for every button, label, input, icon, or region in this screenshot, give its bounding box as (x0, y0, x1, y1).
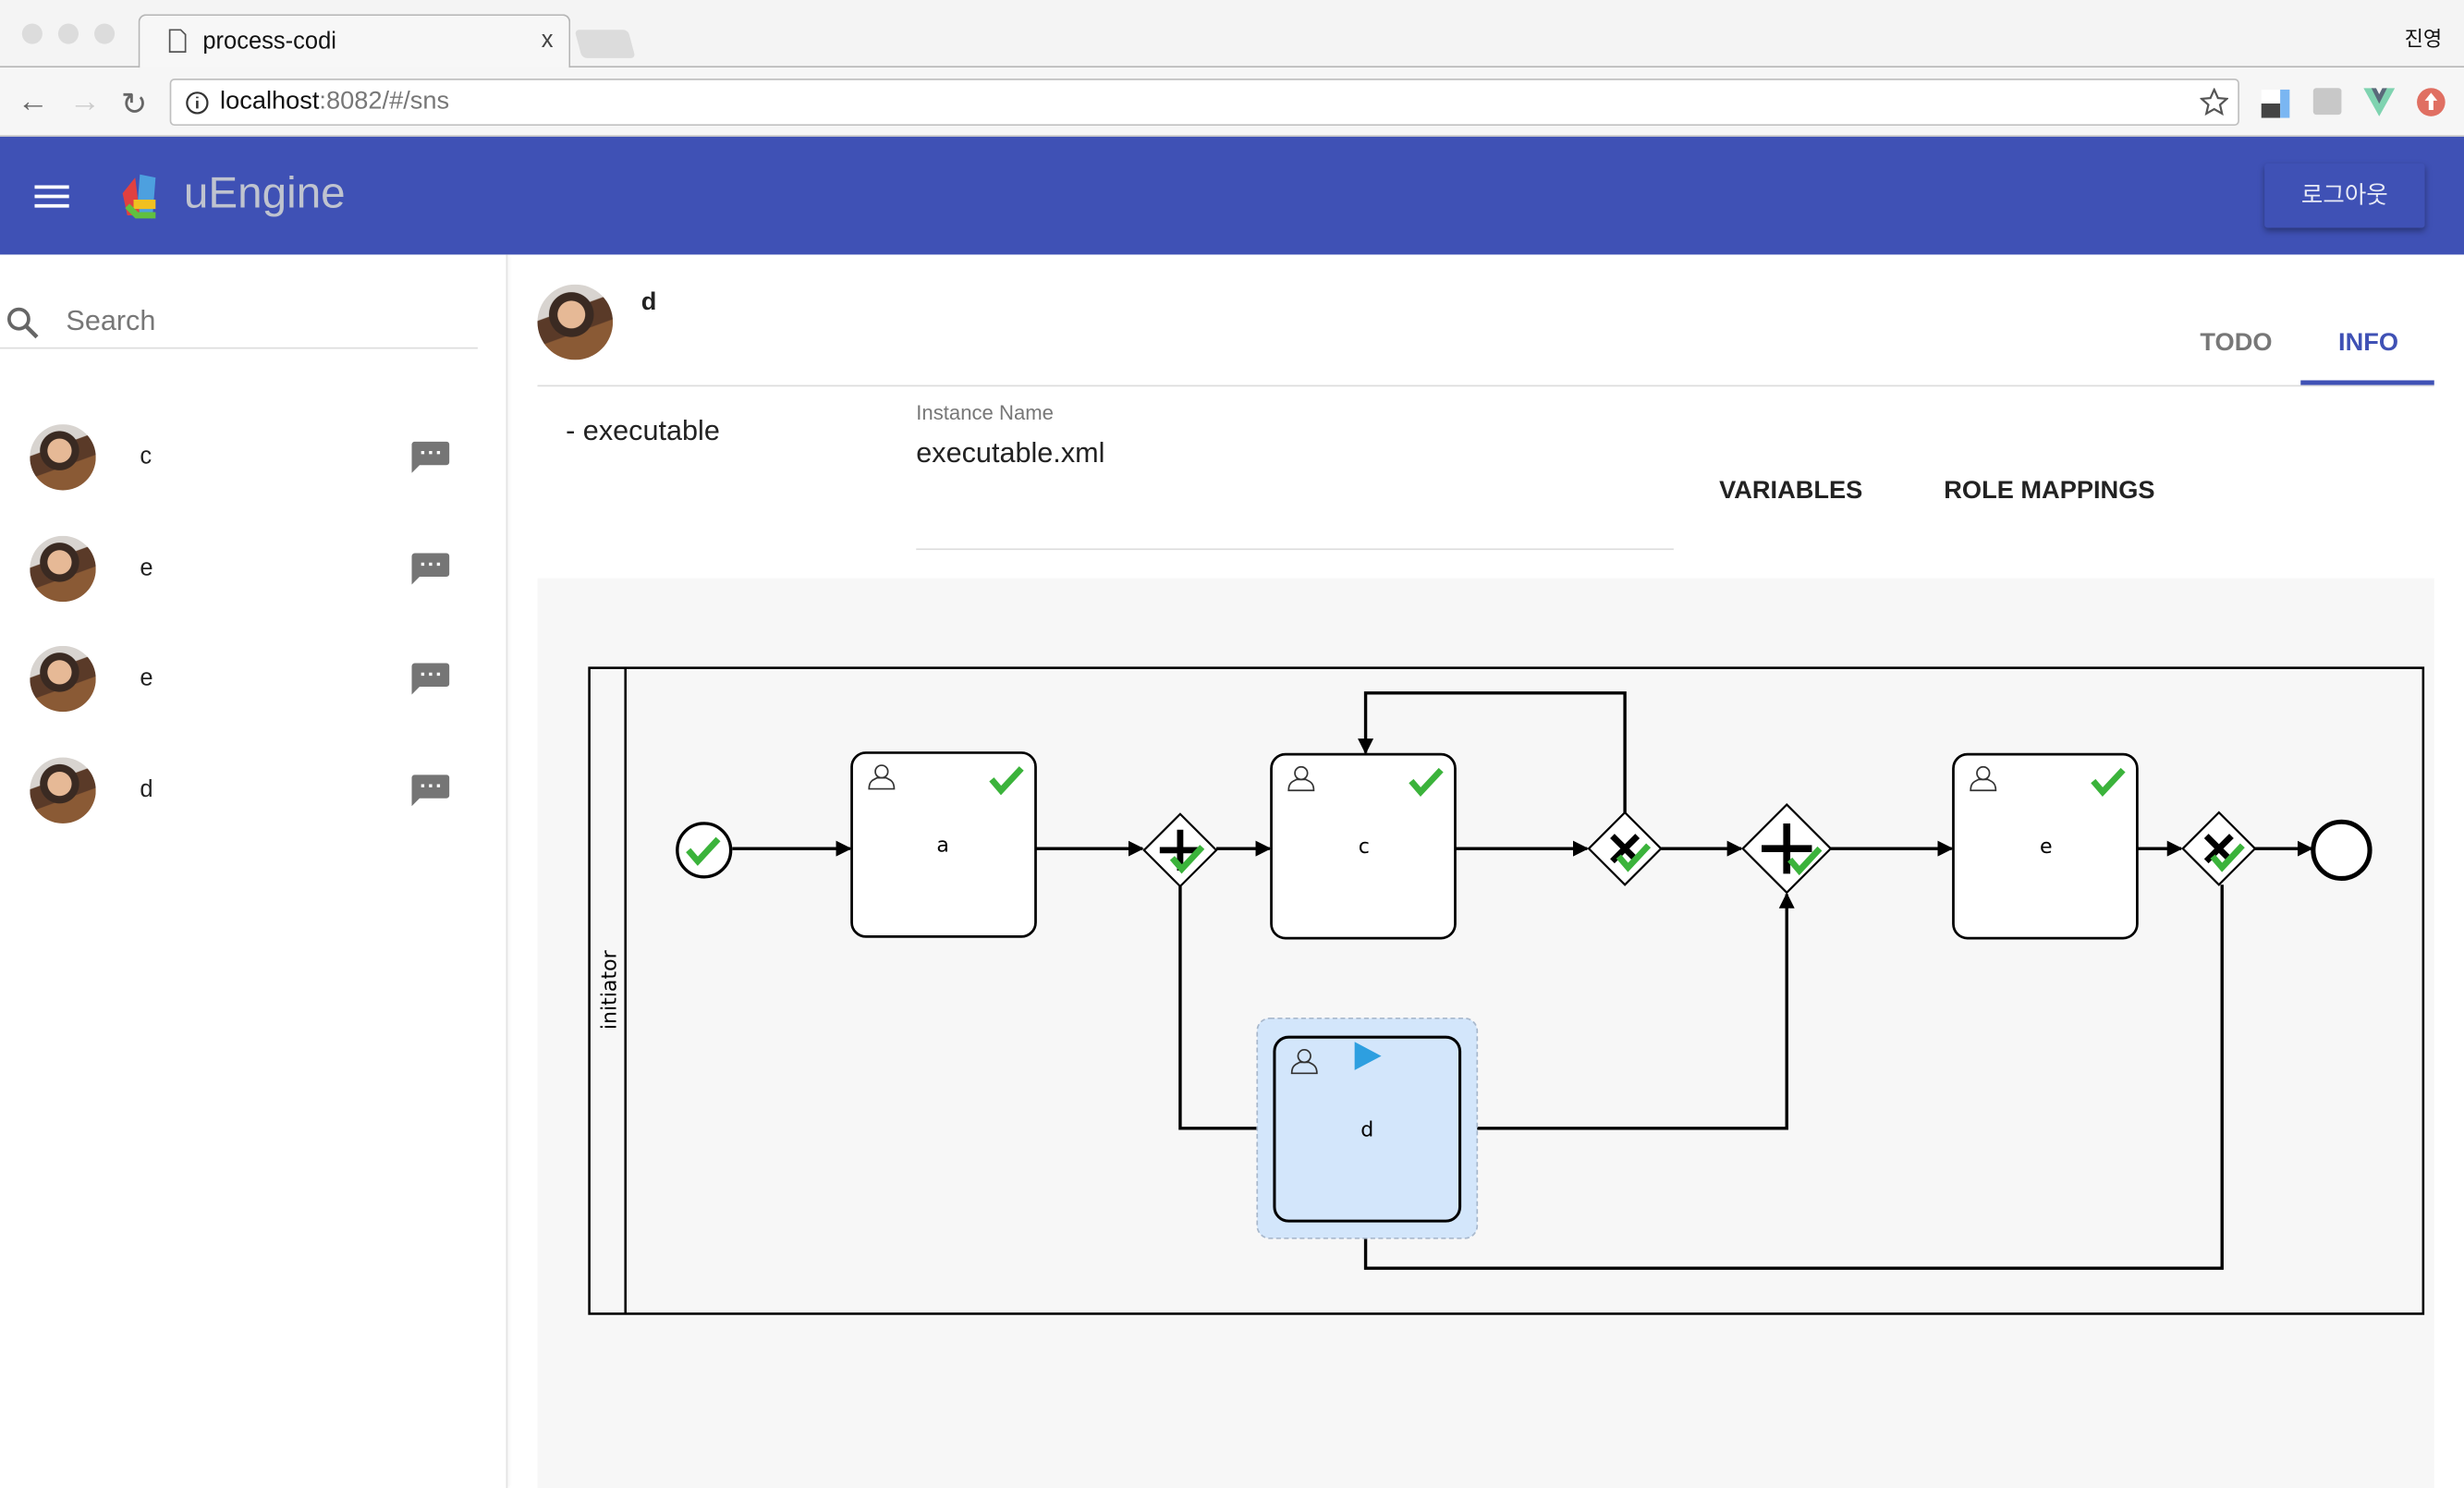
task-label: e (2040, 835, 2053, 859)
task-e[interactable]: e (1952, 752, 2139, 940)
parallel-gateway[interactable] (1741, 802, 1833, 895)
task-label: d (1360, 1117, 1373, 1141)
exclusive-gateway[interactable] (1587, 811, 1663, 886)
task-d[interactable]: d (1256, 1017, 1479, 1239)
end-event[interactable] (2311, 819, 2373, 882)
task-label: a (936, 834, 949, 858)
task-a[interactable]: a (850, 751, 1037, 938)
start-event[interactable] (676, 822, 733, 879)
task-label: c (1359, 835, 1370, 859)
bpmn-diagram: initiator a c e d (588, 666, 2425, 1315)
parallel-gateway[interactable] (1142, 812, 1218, 888)
lane-label: initiator (598, 949, 622, 1030)
task-c[interactable]: c (1270, 752, 1457, 940)
flow[interactable] (1358, 884, 2224, 1270)
exclusive-gateway[interactable] (2181, 811, 2257, 886)
flow[interactable] (1459, 892, 1795, 1130)
